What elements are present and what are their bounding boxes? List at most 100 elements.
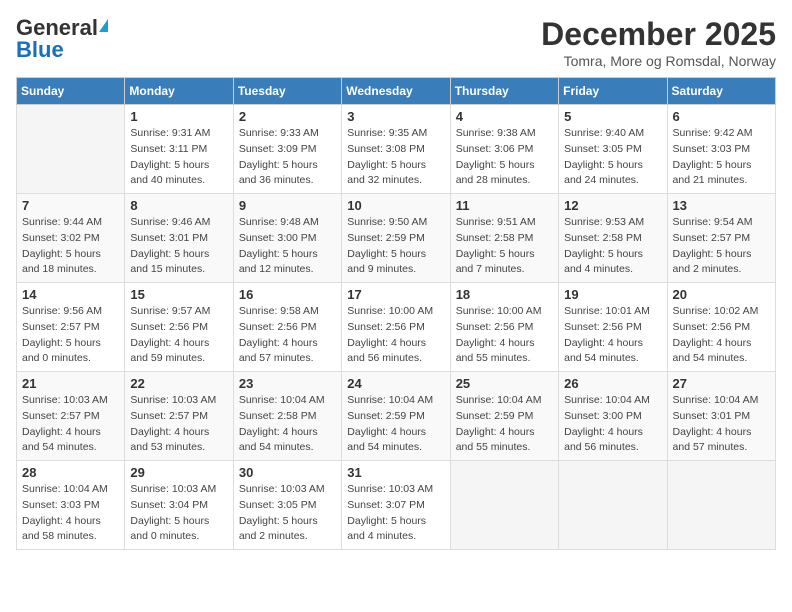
day-number: 10	[347, 198, 444, 213]
day-number: 1	[130, 109, 227, 124]
day-info: Sunrise: 10:01 AM Sunset: 2:56 PM Daylig…	[564, 304, 661, 367]
day-info: Sunrise: 9:42 AM Sunset: 3:03 PM Dayligh…	[673, 126, 770, 189]
calendar-cell: 7 Sunrise: 9:44 AM Sunset: 3:02 PM Daylig…	[17, 194, 125, 283]
day-number: 8	[130, 198, 227, 213]
calendar-cell: 3Sunrise: 9:35 AM Sunset: 3:08 PM Daylig…	[342, 105, 450, 194]
day-number: 28	[22, 465, 119, 480]
day-info: Sunrise: 9:56 AM Sunset: 2:57 PM Dayligh…	[22, 304, 119, 367]
calendar-cell: 17Sunrise: 10:00 AM Sunset: 2:56 PM Dayl…	[342, 283, 450, 372]
location-subtitle: Tomra, More og Romsdal, Norway	[541, 53, 776, 69]
calendar-cell	[17, 105, 125, 194]
day-number: 22	[130, 376, 227, 391]
day-number: 12	[564, 198, 661, 213]
day-number: 21	[22, 376, 119, 391]
calendar-cell: 24Sunrise: 10:04 AM Sunset: 2:59 PM Dayl…	[342, 372, 450, 461]
day-info: Sunrise: 10:03 AM Sunset: 3:05 PM Daylig…	[239, 482, 336, 545]
day-number: 29	[130, 465, 227, 480]
header-tuesday: Tuesday	[233, 78, 341, 105]
day-number: 2	[239, 109, 336, 124]
page-header: General Blue December 2025 Tomra, More o…	[16, 16, 776, 69]
day-info: Sunrise: 9:46 AM Sunset: 3:01 PM Dayligh…	[130, 215, 227, 278]
calendar-cell: 11 Sunrise: 9:51 AM Sunset: 2:58 PM Dayli…	[450, 194, 558, 283]
calendar-week-row: 7 Sunrise: 9:44 AM Sunset: 3:02 PM Daylig…	[17, 194, 776, 283]
day-number: 6	[673, 109, 770, 124]
header-thursday: Thursday	[450, 78, 558, 105]
calendar-cell: 15Sunrise: 9:57 AM Sunset: 2:56 PM Dayli…	[125, 283, 233, 372]
day-info: Sunrise: 10:04 AM Sunset: 2:59 PM Daylig…	[456, 393, 553, 456]
day-info: Sunrise: 10:03 AM Sunset: 2:57 PM Daylig…	[22, 393, 119, 456]
logo-blue: Blue	[16, 38, 64, 62]
day-number: 4	[456, 109, 553, 124]
calendar-cell: 4 Sunrise: 9:38 AM Sunset: 3:06 PM Daylig…	[450, 105, 558, 194]
day-info: Sunrise: 9:44 AM Sunset: 3:02 PM Dayligh…	[22, 215, 119, 278]
calendar-cell: 19 Sunrise: 10:01 AM Sunset: 2:56 PM Dayl…	[559, 283, 667, 372]
calendar-cell: 13Sunrise: 9:54 AM Sunset: 2:57 PM Dayli…	[667, 194, 775, 283]
day-info: Sunrise: 10:02 AM Sunset: 2:56 PM Daylig…	[673, 304, 770, 367]
day-number: 30	[239, 465, 336, 480]
day-number: 26	[564, 376, 661, 391]
calendar-cell: 8 Sunrise: 9:46 AM Sunset: 3:01 PM Daylig…	[125, 194, 233, 283]
header-wednesday: Wednesday	[342, 78, 450, 105]
calendar-cell: 31 Sunrise: 10:03 AM Sunset: 3:07 PM Dayl…	[342, 461, 450, 550]
day-info: Sunrise: 10:04 AM Sunset: 2:58 PM Daylig…	[239, 393, 336, 456]
calendar-cell: 12Sunrise: 9:53 AM Sunset: 2:58 PM Dayli…	[559, 194, 667, 283]
calendar-cell: 26 Sunrise: 10:04 AM Sunset: 3:00 PM Dayl…	[559, 372, 667, 461]
calendar-cell: 14 Sunrise: 9:56 AM Sunset: 2:57 PM Dayli…	[17, 283, 125, 372]
calendar-week-row: 1 Sunrise: 9:31 AM Sunset: 3:11 PM Daylig…	[17, 105, 776, 194]
calendar-cell: 29 Sunrise: 10:03 AM Sunset: 3:04 PM Dayl…	[125, 461, 233, 550]
day-info: Sunrise: 10:04 AM Sunset: 3:00 PM Daylig…	[564, 393, 661, 456]
calendar-cell: 28 Sunrise: 10:04 AM Sunset: 3:03 PM Dayl…	[17, 461, 125, 550]
day-number: 16	[239, 287, 336, 302]
logo-triangle-icon	[99, 19, 108, 32]
calendar-table: SundayMondayTuesdayWednesdayThursdayFrid…	[16, 77, 776, 550]
calendar-week-row: 21 Sunrise: 10:03 AM Sunset: 2:57 PM Dayl…	[17, 372, 776, 461]
day-info: Sunrise: 10:03 AM Sunset: 3:04 PM Daylig…	[130, 482, 227, 545]
calendar-cell: 1 Sunrise: 9:31 AM Sunset: 3:11 PM Daylig…	[125, 105, 233, 194]
day-number: 19	[564, 287, 661, 302]
day-info: Sunrise: 9:58 AM Sunset: 2:56 PM Dayligh…	[239, 304, 336, 367]
calendar-cell: 6 Sunrise: 9:42 AM Sunset: 3:03 PM Daylig…	[667, 105, 775, 194]
calendar-cell: 10 Sunrise: 9:50 AM Sunset: 2:59 PM Dayli…	[342, 194, 450, 283]
calendar-week-row: 28 Sunrise: 10:04 AM Sunset: 3:03 PM Dayl…	[17, 461, 776, 550]
calendar-header-row: SundayMondayTuesdayWednesdayThursdayFrid…	[17, 78, 776, 105]
day-info: Sunrise: 9:57 AM Sunset: 2:56 PM Dayligh…	[130, 304, 227, 367]
day-number: 14	[22, 287, 119, 302]
calendar-cell: 20 Sunrise: 10:02 AM Sunset: 2:56 PM Dayl…	[667, 283, 775, 372]
day-info: Sunrise: 9:33 AM Sunset: 3:09 PM Dayligh…	[239, 126, 336, 189]
day-number: 7	[22, 198, 119, 213]
day-number: 20	[673, 287, 770, 302]
day-info: Sunrise: 9:51 AM Sunset: 2:58 PM Dayligh…	[456, 215, 553, 278]
day-info: Sunrise: 10:03 AM Sunset: 2:57 PM Daylig…	[130, 393, 227, 456]
day-info: Sunrise: 9:35 AM Sunset: 3:08 PM Dayligh…	[347, 126, 444, 189]
calendar-week-row: 14 Sunrise: 9:56 AM Sunset: 2:57 PM Dayli…	[17, 283, 776, 372]
day-info: Sunrise: 10:00 AM Sunset: 2:56 PM Daylig…	[456, 304, 553, 367]
calendar-cell: 23 Sunrise: 10:04 AM Sunset: 2:58 PM Dayl…	[233, 372, 341, 461]
calendar-cell	[450, 461, 558, 550]
header-monday: Monday	[125, 78, 233, 105]
calendar-cell: 16 Sunrise: 9:58 AM Sunset: 2:56 PM Dayli…	[233, 283, 341, 372]
day-info: Sunrise: 9:48 AM Sunset: 3:00 PM Dayligh…	[239, 215, 336, 278]
logo: General Blue	[16, 16, 108, 62]
day-number: 11	[456, 198, 553, 213]
day-info: Sunrise: 9:31 AM Sunset: 3:11 PM Dayligh…	[130, 126, 227, 189]
day-info: Sunrise: 10:04 AM Sunset: 3:03 PM Daylig…	[22, 482, 119, 545]
day-number: 9	[239, 198, 336, 213]
day-info: Sunrise: 10:04 AM Sunset: 2:59 PM Daylig…	[347, 393, 444, 456]
calendar-cell: 5Sunrise: 9:40 AM Sunset: 3:05 PM Daylig…	[559, 105, 667, 194]
day-info: Sunrise: 9:54 AM Sunset: 2:57 PM Dayligh…	[673, 215, 770, 278]
day-info: Sunrise: 9:38 AM Sunset: 3:06 PM Dayligh…	[456, 126, 553, 189]
day-info: Sunrise: 9:50 AM Sunset: 2:59 PM Dayligh…	[347, 215, 444, 278]
day-info: Sunrise: 10:03 AM Sunset: 3:07 PM Daylig…	[347, 482, 444, 545]
day-number: 31	[347, 465, 444, 480]
header-friday: Friday	[559, 78, 667, 105]
title-block: December 2025 Tomra, More og Romsdal, No…	[541, 16, 776, 69]
day-number: 23	[239, 376, 336, 391]
day-number: 5	[564, 109, 661, 124]
calendar-cell: 22 Sunrise: 10:03 AM Sunset: 2:57 PM Dayl…	[125, 372, 233, 461]
header-sunday: Sunday	[17, 78, 125, 105]
calendar-cell: 9 Sunrise: 9:48 AM Sunset: 3:00 PM Daylig…	[233, 194, 341, 283]
calendar-cell	[559, 461, 667, 550]
day-number: 25	[456, 376, 553, 391]
day-info: Sunrise: 10:00 AM Sunset: 2:56 PM Daylig…	[347, 304, 444, 367]
calendar-cell: 25 Sunrise: 10:04 AM Sunset: 2:59 PM Dayl…	[450, 372, 558, 461]
